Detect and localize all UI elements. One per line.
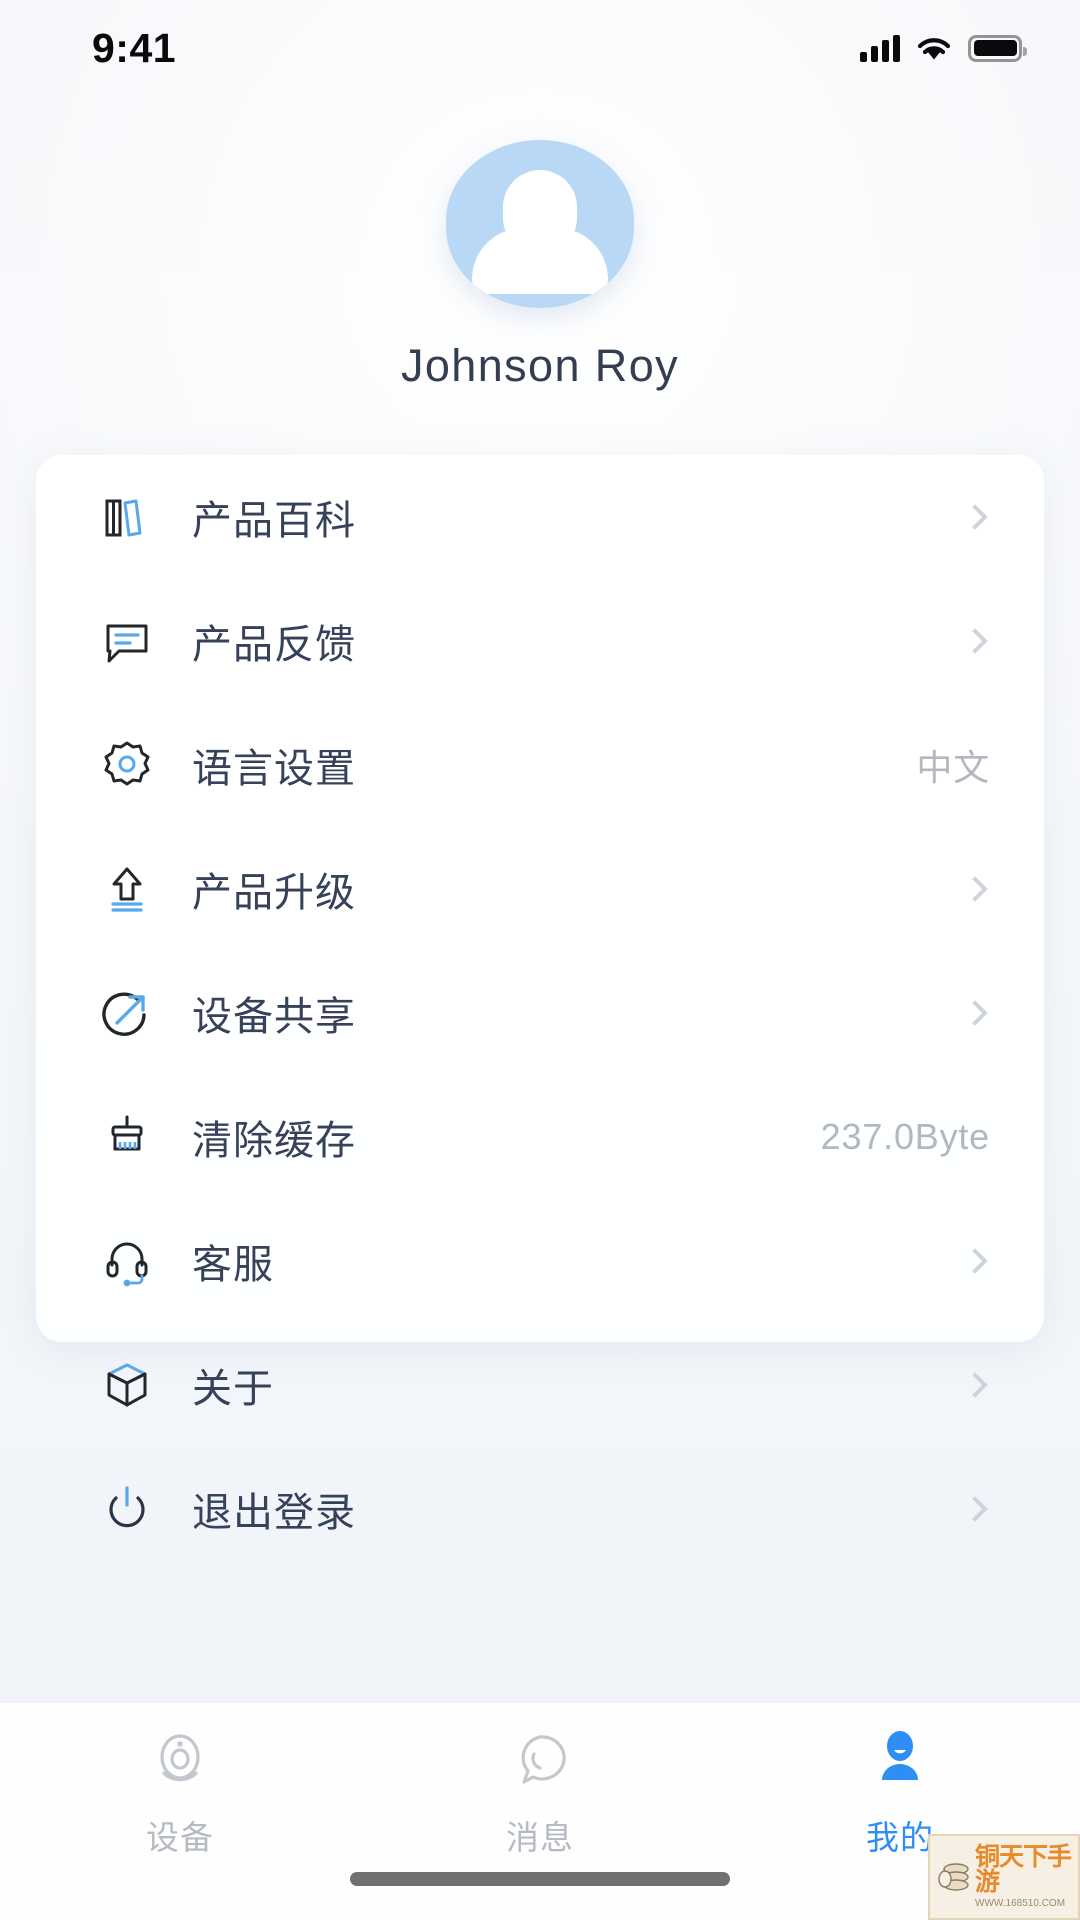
profile-header: Johnson Roy	[0, 124, 1080, 392]
broom-icon	[94, 1104, 160, 1170]
menu-item-customer-service[interactable]: 客服	[36, 1199, 1044, 1323]
watermark-url: WWW.168510.COM	[975, 1898, 1066, 1909]
coins-icon	[938, 1863, 969, 1891]
menu-item-label: 语言设置	[192, 747, 356, 791]
battery-icon	[968, 34, 1027, 62]
menu-item-logout[interactable]: 退出登录	[36, 1447, 1044, 1571]
menu-item-value-cache-size: 237.0Byte	[820, 1116, 990, 1157]
status-bar-icons	[860, 34, 1027, 62]
user-avatar-icon	[446, 140, 634, 308]
profile-username: Johnson Roy	[400, 340, 680, 391]
menu-item-product-feedback[interactable]: 产品反馈	[36, 579, 1044, 703]
power-icon	[94, 1476, 160, 1542]
menu-item-about[interactable]: 关于	[36, 1323, 1044, 1447]
menu-item-clear-cache[interactable]: 清除缓存 237.0Byte	[36, 1075, 1044, 1199]
home-indicator[interactable]	[350, 1872, 730, 1886]
tab-label: 设备	[146, 1819, 214, 1856]
site-watermark: 铜天下手游 WWW.168510.COM	[928, 1834, 1080, 1920]
gear-icon	[94, 732, 160, 798]
menu-item-label: 退出登录	[192, 1491, 356, 1535]
chevron-right-icon	[962, 1372, 988, 1398]
share-icon	[94, 980, 160, 1046]
bottom-tab-bar: 设备 消息 我的	[0, 1702, 1080, 1920]
avatar[interactable]	[420, 124, 660, 334]
menu-item-label: 设备共享	[192, 995, 356, 1039]
settings-menu-card: 产品百科 产品反馈 语言设置 中文 产品升级 设备共享 清除缓存 237.0By…	[36, 455, 1044, 1535]
menu-item-label: 产品反馈	[192, 623, 356, 667]
menu-item-label: 关于	[192, 1367, 274, 1411]
status-bar: 9:41	[0, 0, 1080, 96]
chevron-right-icon	[962, 628, 988, 654]
camera-device-icon	[144, 1725, 216, 1797]
menu-item-label: 客服	[192, 1243, 274, 1287]
upgrade-icon	[94, 856, 160, 922]
books-icon	[94, 484, 160, 550]
tab-device[interactable]: 设备	[0, 1725, 360, 1859]
menu-item-product-upgrade[interactable]: 产品升级	[36, 827, 1044, 951]
menu-item-value-language: 中文	[916, 747, 990, 788]
menu-item-product-encyclopedia[interactable]: 产品百科	[36, 455, 1044, 579]
watermark-title: 铜天下手游	[975, 1843, 1072, 1896]
menu-item-label: 产品百科	[192, 499, 356, 543]
tab-label: 我的	[866, 1819, 934, 1856]
headset-icon	[94, 1228, 160, 1294]
chevron-right-icon	[962, 1496, 988, 1522]
cube-icon	[94, 1352, 160, 1418]
menu-item-label: 产品升级	[192, 871, 356, 915]
chevron-right-icon	[962, 1248, 988, 1274]
tab-messages[interactable]: 消息	[360, 1725, 720, 1859]
message-bubble-icon	[504, 1725, 576, 1797]
status-bar-clock: 9:41	[92, 24, 177, 71]
person-icon	[864, 1725, 936, 1797]
tab-label: 消息	[506, 1819, 574, 1856]
chevron-right-icon	[962, 504, 988, 530]
menu-item-device-share[interactable]: 设备共享	[36, 951, 1044, 1075]
wifi-icon	[917, 37, 951, 59]
cellular-signal-icon	[860, 34, 900, 62]
menu-item-label: 清除缓存	[192, 1119, 356, 1163]
chevron-right-icon	[962, 876, 988, 902]
menu-item-language-settings[interactable]: 语言设置 中文	[36, 703, 1044, 827]
chevron-right-icon	[962, 1000, 988, 1026]
feedback-icon	[94, 608, 160, 674]
